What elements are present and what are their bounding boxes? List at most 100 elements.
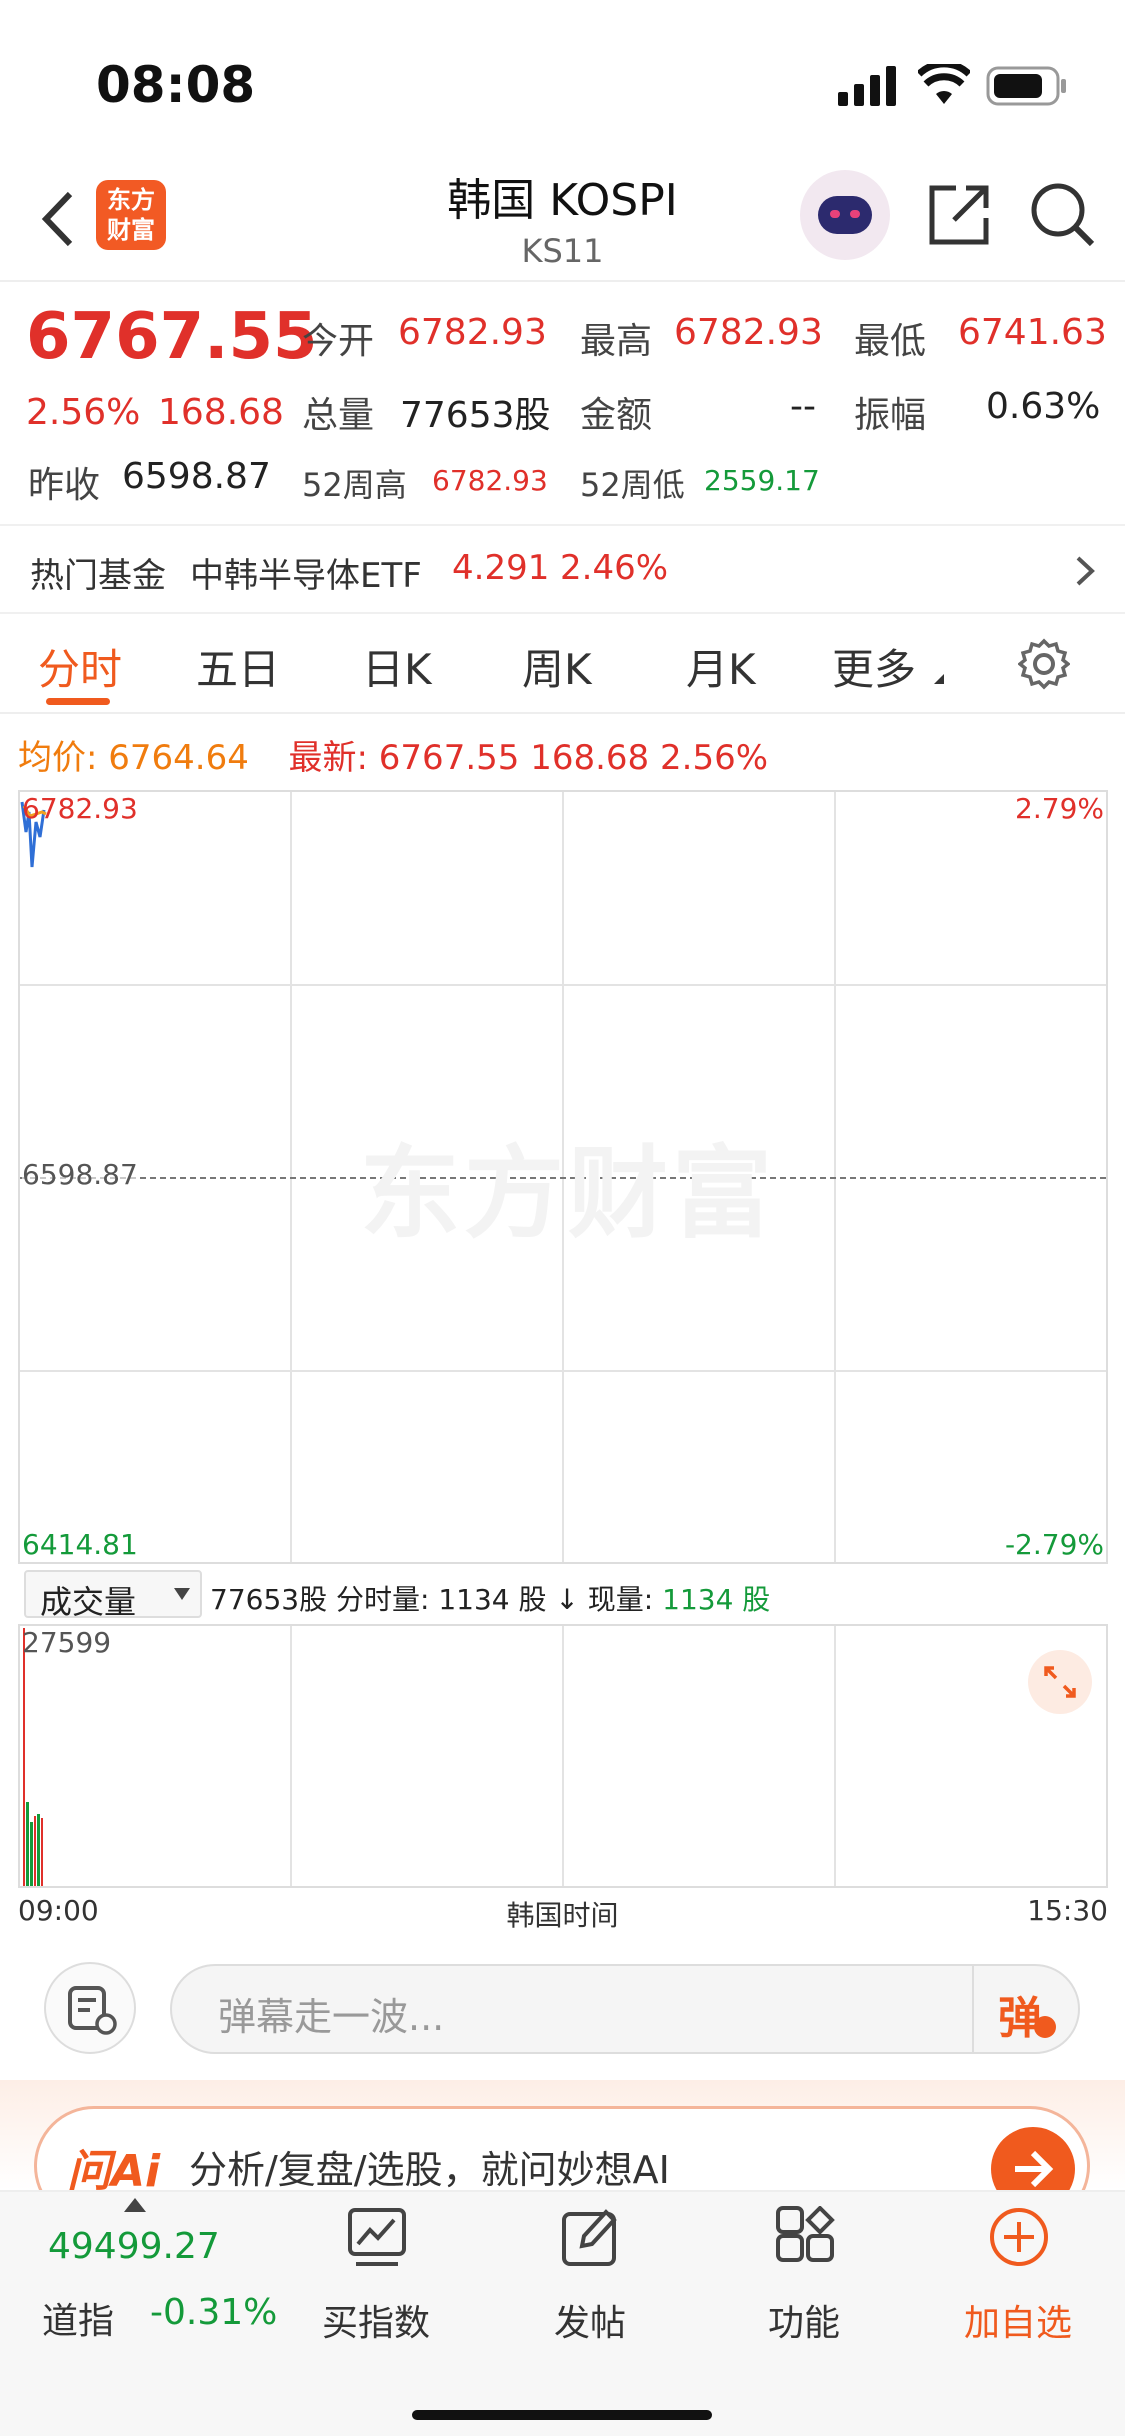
nav-label-buy-index: 买指数 — [321, 2303, 430, 2344]
index-pct: -0.31% — [150, 2292, 278, 2333]
home-indicator — [412, 2410, 712, 2420]
hot-fund-bar[interactable]: 热门基金 中韩半导体ETF 4.291 2.46% — [0, 524, 1125, 614]
ai-banner[interactable]: 问Ai 分析/复盘/选股，就问妙想AI — [0, 2080, 1125, 2226]
nav-label-post: 发帖 — [553, 2303, 626, 2344]
low-label: 最低 — [854, 321, 927, 362]
latest-change: 168.68 — [530, 738, 650, 778]
high-value: 6782.93 — [674, 312, 823, 353]
caret-down-icon — [934, 674, 944, 684]
nav-functions[interactable]: 功能 — [714, 2192, 894, 2392]
tab-more[interactable]: 更多 — [832, 636, 916, 697]
hot-fund-name: 中韩半导体ETF — [190, 556, 422, 596]
nav-buy-index[interactable]: 买指数 — [286, 2192, 466, 2392]
expand-icon — [1044, 1666, 1076, 1698]
axis-bottom-price: 6414.81 — [22, 1528, 138, 1561]
ai-prompt-text: 分析/复盘/选股，就问妙想AI — [189, 2148, 670, 2192]
now-volume-label: 现量: — [587, 1583, 654, 1616]
axis-bottom-pct: -2.79% — [1004, 1528, 1104, 1561]
volume-label: 总量 — [302, 395, 375, 436]
active-tab-indicator — [46, 698, 110, 705]
amount-value: -- — [790, 386, 816, 427]
hot-fund-price: 4.291 — [452, 548, 550, 588]
wifi-icon — [918, 64, 970, 104]
volume-summary: 77653股 分时量: 1134 股 ↓ 现量: 1134 股 — [210, 1578, 770, 1618]
assistant-avatar[interactable] — [800, 170, 890, 260]
period-tabs: 分时 五日 日K 周K 月K 更多 — [0, 614, 1125, 714]
index-ticker[interactable]: 49499.27 — [48, 2226, 220, 2267]
axis-top-price: 6782.93 — [22, 792, 138, 825]
latest-value: 6767.55 — [378, 738, 520, 778]
indicator-select[interactable]: 成交量 — [24, 1570, 202, 1621]
edit-icon — [562, 2209, 617, 2266]
danmu-bar: 弹幕走一波... 弹 — [0, 1930, 1125, 2080]
prev-close-label: 昨收 — [28, 465, 101, 506]
axis-top-pct: 2.79% — [1015, 792, 1104, 825]
volume-axis-max: 27599 — [22, 1626, 112, 1659]
indicator-select-value: 成交量 — [40, 1583, 137, 1621]
gear-icon[interactable] — [1018, 638, 1070, 690]
search-icon[interactable] — [1030, 180, 1096, 250]
tick-volume-value: 1134 股 — [438, 1583, 547, 1616]
tab-intraday[interactable]: 分时 — [38, 636, 122, 697]
signal-icon — [838, 66, 896, 106]
change-percent: 2.56% — [26, 392, 141, 433]
week52-high-label: 52周高 — [302, 466, 407, 504]
danmu-toggle-button[interactable]: 弹 — [998, 1982, 1042, 2046]
tab-daily[interactable]: 日K — [362, 636, 432, 697]
dropdown-icon — [174, 1588, 190, 1600]
volume-value: 77653股 — [400, 395, 551, 436]
amount-label: 金额 — [580, 395, 653, 436]
axis-mid-price: 6598.87 — [22, 1158, 138, 1191]
nav-add-watchlist[interactable]: 加自选 — [928, 2192, 1108, 2392]
tab-monthly[interactable]: 月K — [686, 636, 756, 697]
share-icon[interactable] — [926, 182, 992, 248]
tab-five-day[interactable]: 五日 — [196, 636, 280, 697]
chart-info-line: 均价: 6764.64 最新: 6767.55 168.68 2.56% — [18, 730, 768, 779]
nav-post[interactable]: 发帖 — [500, 2192, 680, 2392]
avg-label: 均价: — [18, 738, 98, 778]
week52-low-label: 52周低 — [580, 466, 685, 504]
danmu-list-button[interactable] — [44, 1962, 136, 2054]
week52-high-value: 6782.93 — [432, 464, 548, 497]
volume-chart[interactable]: 27599 — [18, 1624, 1108, 1888]
watermark: 东方财富 — [360, 1135, 776, 1252]
clock: 08:08 — [96, 56, 256, 114]
arrow-right-icon — [1015, 2150, 1054, 2188]
low-value: 6741.63 — [958, 312, 1107, 353]
high-label: 最高 — [580, 321, 653, 362]
trend-chart-icon — [348, 2208, 406, 2266]
latest-pct: 2.56% — [660, 738, 769, 778]
nav-label-add-watchlist: 加自选 — [963, 2303, 1072, 2344]
danmu-list-icon — [68, 1986, 117, 2035]
latest-label: 最新: — [288, 738, 368, 778]
index-value: 49499.27 — [48, 2226, 220, 2267]
week52-low-value: 2559.17 — [704, 464, 820, 497]
amplitude-value: 0.63% — [986, 386, 1101, 427]
x-axis-label: 韩国时间 — [506, 1899, 619, 1932]
hot-fund-pct: 2.46% — [560, 548, 669, 588]
chevron-right-icon — [1076, 556, 1095, 586]
grid-icon — [776, 2206, 835, 2262]
down-arrow-icon: ↓ — [555, 1583, 579, 1616]
danmu-input[interactable]: 弹幕走一波... 弹 — [170, 1964, 1080, 2054]
index-name: 道指 — [42, 2301, 115, 2342]
tab-weekly[interactable]: 周K — [522, 636, 592, 697]
volume-bars — [23, 1628, 43, 1886]
now-volume-value: 1134 股 — [662, 1583, 771, 1616]
status-bar: 08:08 — [0, 0, 1125, 150]
nav-label-functions: 功能 — [767, 2303, 840, 2344]
battery-icon — [986, 66, 1066, 106]
change-amount: 168.68 — [158, 392, 284, 433]
nav-header: 东方财富 韩国 KOSPI KS11 — [0, 150, 1125, 282]
check-icon — [1034, 2016, 1056, 2038]
prev-close-value: 6598.87 — [122, 456, 271, 497]
tick-volume-label: 分时量: — [335, 1583, 430, 1616]
fullscreen-button[interactable] — [1028, 1650, 1092, 1714]
open-label: 今开 — [302, 321, 375, 362]
avg-value: 6764.64 — [108, 738, 249, 778]
bottom-nav: 49499.27 道指 -0.31% 买指数 发帖 功能 加自选 — [0, 2190, 1125, 2436]
intraday-chart[interactable]: 东方财富 6782.93 2.79% 6598.87 6414.81 -2.79… — [18, 790, 1108, 1564]
caret-up-icon — [124, 2198, 146, 2212]
add-circle-icon — [990, 2208, 1048, 2266]
volume-total: 77653股 — [210, 1583, 328, 1616]
